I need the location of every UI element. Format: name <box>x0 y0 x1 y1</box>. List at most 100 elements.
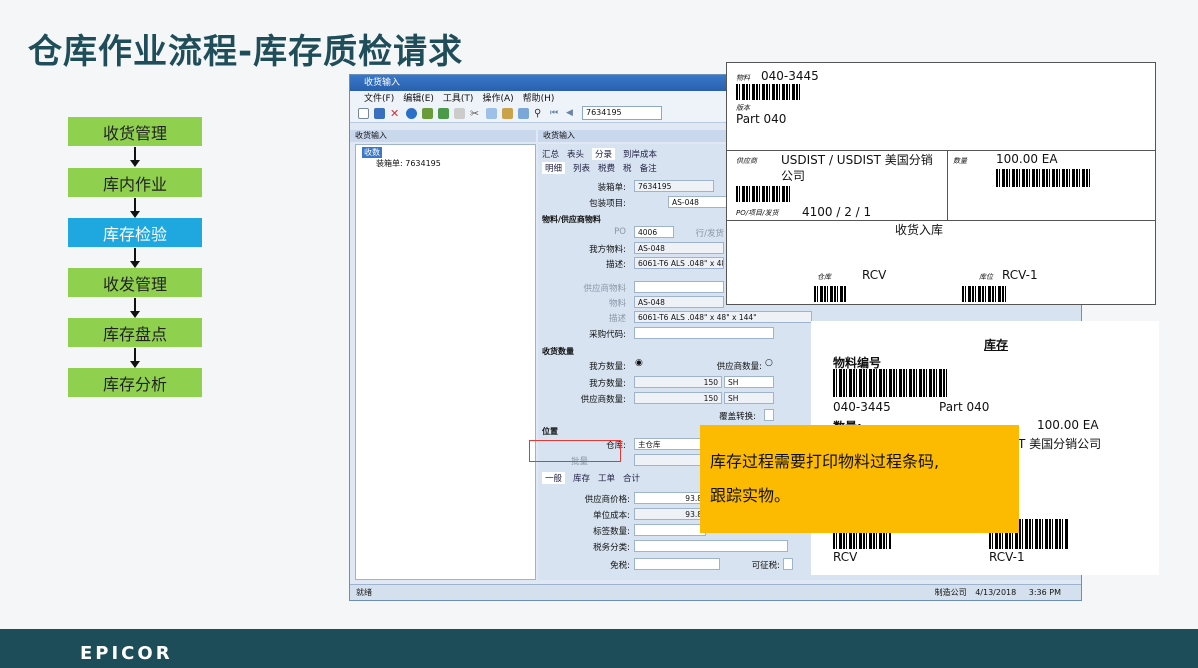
flow-step-warehouse-ops: 库内作业 <box>68 168 202 197</box>
tab-totals[interactable]: 合计 <box>623 472 640 484</box>
highlight-box <box>529 440 621 462</box>
inventory-heading: 库存 <box>984 338 1009 352</box>
label-qty-field[interactable] <box>634 524 706 536</box>
flow-step-count: 库存盘点 <box>68 318 202 347</box>
menu-file[interactable]: 文件(F) <box>364 91 394 104</box>
record-input[interactable]: 7634195 <box>582 106 662 120</box>
desc2-label: 描述 <box>608 314 626 324</box>
pack-line-field[interactable]: AS-048 <box>668 196 728 208</box>
first-record-icon[interactable]: ⏮ <box>550 108 561 119</box>
flow-arrow <box>130 248 140 268</box>
vendor-qty-field[interactable]: 150 <box>634 392 722 404</box>
note-line-2: 跟踪实物。 <box>710 486 791 505</box>
part-barcode <box>736 84 800 100</box>
purchase-code-select[interactable] <box>634 327 774 339</box>
comment-icon[interactable] <box>406 107 417 119</box>
status-time: 3:36 PM <box>1028 588 1061 597</box>
vendor-qty-label: 供应商数量: <box>580 395 626 405</box>
label-heading: 收货入库 <box>895 223 944 237</box>
prev-record-icon[interactable]: ◀ <box>566 108 577 119</box>
cut-icon[interactable]: ✂ <box>470 108 481 119</box>
po-caption: PO/项目/发货 <box>736 209 779 217</box>
tab-inventory[interactable]: 库存 <box>573 472 590 484</box>
copy-icon[interactable] <box>486 107 497 119</box>
part-barcode <box>833 369 949 397</box>
delete-icon[interactable]: ✕ <box>390 108 401 119</box>
flow-step-inspection: 库存检验 <box>68 218 202 247</box>
new-icon[interactable] <box>358 107 369 119</box>
our-qty-field[interactable]: 150 <box>634 376 722 388</box>
clear-icon[interactable] <box>454 107 465 119</box>
part-caption: 物料 <box>736 74 750 82</box>
flow-arrow <box>130 348 140 368</box>
bin-barcode <box>962 286 1006 302</box>
unit-cost-field[interactable]: 93.8 <box>634 508 706 520</box>
packslip-field[interactable]: 7634195 <box>634 180 714 192</box>
tab-job[interactable]: 工单 <box>598 472 615 484</box>
warehouse-barcode <box>814 286 846 302</box>
attach-icon[interactable] <box>422 107 433 119</box>
vendor-qty-radio[interactable]: ○ <box>765 358 773 368</box>
tab-header[interactable]: 表头 <box>567 148 584 160</box>
menu-edit[interactable]: 编辑(E) <box>403 91 434 104</box>
tree-root[interactable]: 收数 <box>362 147 382 158</box>
purchase-code-label: 采购代码: <box>589 330 626 340</box>
save-icon[interactable] <box>374 107 385 119</box>
taxable-checkbox[interactable] <box>783 558 793 570</box>
tab-taxes[interactable]: 税费 <box>598 162 615 174</box>
packslip-label: 装箱单: <box>597 183 626 193</box>
lot-field[interactable] <box>634 454 704 466</box>
part-number: 040-3445 <box>761 69 819 83</box>
vendor-name: T 美国分销公司 <box>1018 437 1102 451</box>
tab-general[interactable]: 一般 <box>542 472 566 484</box>
override-checkbox[interactable] <box>764 409 774 421</box>
menu-actions[interactable]: 操作(A) <box>482 91 513 104</box>
epicor-logo: EPICOR <box>80 643 173 664</box>
tab-detail[interactable]: 明细 <box>542 162 566 174</box>
undo-icon[interactable] <box>518 107 529 119</box>
bottom-tabs: 一般 库存 工单 合计 <box>542 472 640 484</box>
exempt-label: 免税: <box>610 561 630 571</box>
menu-help[interactable]: 帮助(H) <box>523 91 555 104</box>
desc2-field[interactable]: 6061-T6 ALS .048" x 48" x 144" <box>634 311 812 323</box>
part-field[interactable]: AS-048 <box>634 296 724 308</box>
vendor-price-field[interactable]: 93.8 <box>634 492 706 504</box>
vendor-part-field[interactable] <box>634 281 724 293</box>
quantity: 100.00 EA <box>1037 418 1099 432</box>
desc-label: 描述: <box>606 260 626 270</box>
vendor-uom-field[interactable]: SH <box>724 392 774 404</box>
menu-tools[interactable]: 工具(T) <box>443 91 474 104</box>
bin: RCV-1 <box>1002 268 1038 282</box>
warehouse: RCV <box>862 268 887 282</box>
part-label: 物料 <box>608 299 626 309</box>
tab-lines[interactable]: 分录 <box>592 148 616 160</box>
footer-bar: EPICOR <box>0 629 1198 668</box>
section-qty: 收货数量 <box>542 347 574 356</box>
tab-landed-cost[interactable]: 到岸成本 <box>623 148 657 160</box>
warehouse-field[interactable]: 主仓库 <box>634 438 704 450</box>
tab-summary[interactable]: 汇总 <box>542 148 559 160</box>
desc-field[interactable]: 6061-T6 ALS .048" x 48" <box>634 257 724 269</box>
search-icon[interactable]: ⚲ <box>534 108 545 119</box>
revision: Part 040 <box>939 400 990 414</box>
tax-category-label: 税务分类: <box>593 543 630 553</box>
vendor-qty-radio-label: 供应商数量: <box>716 362 762 372</box>
flow-arrow <box>130 298 140 318</box>
tab-list[interactable]: 列表 <box>573 162 590 174</box>
tree-node-packslip[interactable]: 装箱单: 7634195 <box>376 158 441 169</box>
our-uom-select[interactable]: SH <box>724 376 774 388</box>
our-qty-radio[interactable]: ◉ <box>635 358 643 368</box>
left-pane-title: 收货输入 <box>350 130 536 142</box>
vendor-caption: 供应商 <box>736 157 757 165</box>
override-label: 覆盖转换: <box>719 412 756 422</box>
tab-memo[interactable]: 备注 <box>640 162 657 174</box>
pack-line-label: 包装项目: <box>589 199 626 209</box>
refresh-icon[interactable] <box>438 107 449 119</box>
tree-view: 收数 装箱单: 7634195 <box>355 144 536 580</box>
line-rel-label: 行/发货 <box>695 229 724 239</box>
vendor-price-label: 供应商价格: <box>584 495 630 505</box>
tab-tax[interactable]: 税 <box>623 162 632 174</box>
paste-icon[interactable] <box>502 107 513 119</box>
our-part-field[interactable]: AS-048 <box>634 242 724 254</box>
tax-category-select[interactable] <box>634 540 788 552</box>
